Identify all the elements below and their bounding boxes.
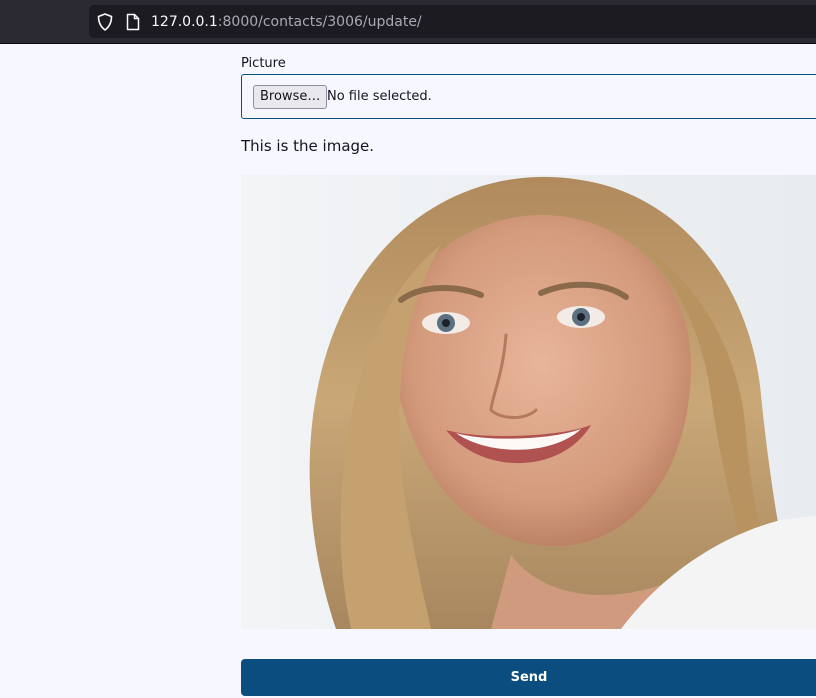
portrait-photo-graphic xyxy=(241,175,816,629)
url-text[interactable]: 127.0.0.1:8000/contacts/3006/update/ xyxy=(151,13,422,31)
file-status: No file selected. xyxy=(327,89,432,104)
url-path: :8000/contacts/3006/update/ xyxy=(217,14,422,30)
browser-toolbar: 127.0.0.1:8000/contacts/3006/update/ xyxy=(0,0,816,44)
url-host: 127.0.0.1 xyxy=(151,14,218,30)
image-caption: This is the image. xyxy=(241,137,375,155)
send-button[interactable]: Send xyxy=(241,659,816,696)
picture-file-input[interactable]: Browse… No file selected. xyxy=(241,74,816,119)
shield-icon[interactable] xyxy=(95,12,115,32)
browse-button[interactable]: Browse… xyxy=(253,85,328,109)
portrait-photo xyxy=(241,175,816,629)
picture-label: Picture xyxy=(241,56,286,71)
page-icon xyxy=(126,13,140,31)
